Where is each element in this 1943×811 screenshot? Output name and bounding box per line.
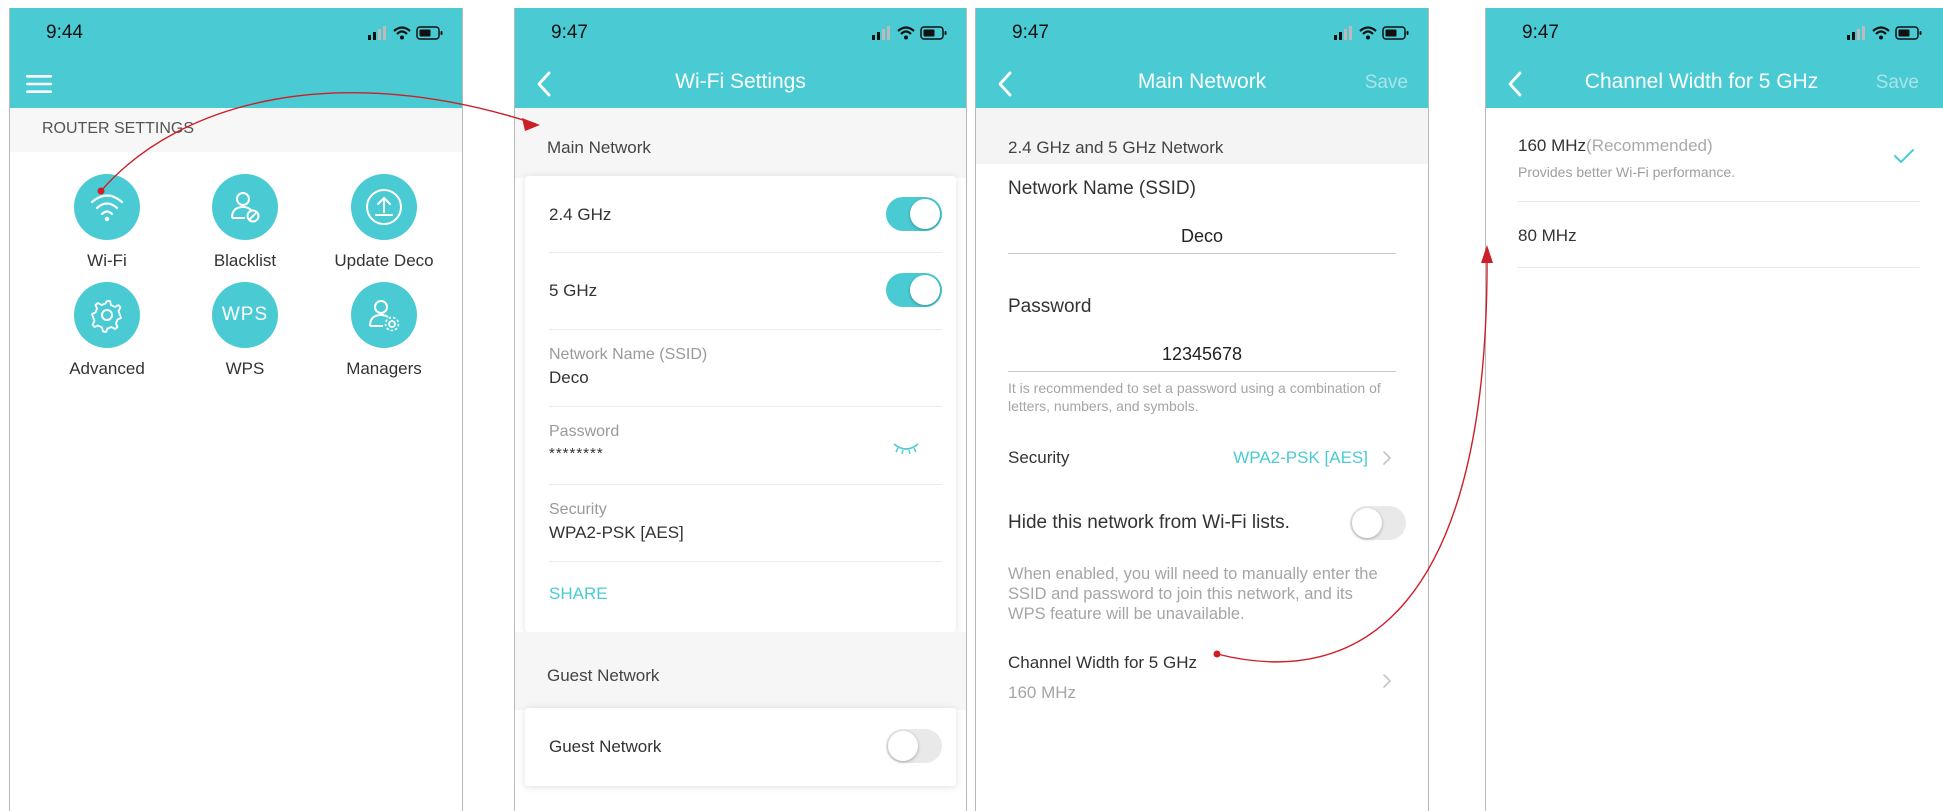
band-5-row: 5 GHz [549,253,942,330]
ssid-value: Deco [549,368,589,387]
tool-wps[interactable]: WPS WPS [175,282,315,379]
tool-managers[interactable]: Managers [314,282,454,379]
upload-icon [351,174,417,240]
share-link[interactable]: SHARE [549,584,608,603]
section-guest-network: Guest Network [515,632,966,710]
password-label: Password [1008,296,1092,317]
hide-network-label: Hide this network from Wi-Fi lists. [1008,512,1290,533]
channel-width-screen: 9:47 Channel Width for 5 GHz Save 160 MH… [1485,8,1943,811]
guest-network-card: Guest Network [525,708,956,786]
password-row[interactable]: Password ******** [549,407,942,485]
option-label: 80 MHz [1518,226,1577,245]
channel-width-value: 160 MHz [1008,683,1077,702]
band-5-toggle[interactable] [886,273,942,307]
main-network-card: 2.4 GHz 5 GHz Network Name (SSID) Deco P… [525,176,956,632]
tool-update-deco[interactable]: Update Deco [314,174,454,271]
option-desc: Provides better Wi-Fi performance. [1518,164,1736,180]
page-title: Wi-Fi Settings [675,70,806,93]
router-settings-screen: 9:44 ROUTER SETTINGS Wi-Fi Blacklist Upd… [9,8,463,811]
top-bar: 9:47 Channel Width for 5 GHz Save [1486,8,1943,108]
password-hint: It is recommended to set a password usin… [1008,380,1381,414]
option-label: 160 MHz [1518,136,1587,155]
option-80mhz[interactable]: 80 MHz [1518,202,1919,268]
band-24-row: 2.4 GHz [549,176,942,253]
tool-label: Advanced [69,359,145,378]
ssid-row[interactable]: Network Name (SSID) Deco [549,330,942,407]
option-tag: (Recommended) [1586,136,1713,155]
section-header: 2.4 GHz and 5 GHz Network [976,108,1428,164]
band-5-label: 5 GHz [549,281,598,300]
security-label: Security [1008,448,1070,467]
guest-network-row: Guest Network [549,708,942,786]
ssid-label: Network Name (SSID) [1008,178,1196,199]
blocked-user-icon [212,174,278,240]
password-input[interactable]: 12345678 [1008,344,1396,372]
status-time: 9:44 [46,22,83,43]
status-time: 9:47 [1012,22,1049,43]
top-bar: 9:44 [10,8,462,108]
guest-network-toggle[interactable] [886,729,942,763]
tool-label: Blacklist [213,251,277,270]
save-button[interactable]: Save [1876,72,1919,94]
tool-wifi[interactable]: Wi-Fi [37,174,177,271]
wps-icon: WPS [212,282,278,348]
eye-closed-icon[interactable] [892,440,920,456]
tool-label: Managers [346,359,422,378]
main-network-screen: 9:47 Main Network Save 2.4 GHz and 5 GHz… [975,8,1429,811]
status-time: 9:47 [551,22,588,43]
toggle-knob [1352,508,1382,538]
toggle-knob [910,199,940,229]
band-24-label: 2.4 GHz [549,205,612,224]
tool-label: Wi-Fi [87,251,127,270]
wifi-icon [74,174,140,240]
toggle-knob [910,275,940,305]
chevron-right-icon [1382,673,1392,689]
hide-network-hint: When enabled, you will need to manually … [1008,565,1378,623]
security-row[interactable]: Security WPA2-PSK [AES] [549,485,942,562]
security-value: WPA2-PSK [AES] [1233,448,1368,467]
guest-network-label: Guest Network [549,737,662,756]
wps-icon-text: WPS [221,304,269,325]
section-main-network: Main Network [515,108,966,178]
menu-icon[interactable] [26,74,52,94]
status-icons [872,25,948,41]
toggle-knob [888,731,918,761]
status-icons [368,25,444,41]
page-title: Channel Width for 5 GHz [1584,70,1819,93]
status-icons [1847,25,1923,41]
chevron-right-icon [1382,450,1392,466]
hide-network-toggle[interactable] [1350,506,1406,540]
top-bar: 9:47 Main Network Save [976,8,1428,108]
tool-label: Update Deco [334,251,434,270]
tool-advanced[interactable]: Advanced [37,282,177,379]
option-160mhz[interactable]: 160 MHz(Recommended) Provides better Wi-… [1518,116,1919,202]
security-row[interactable]: Security WPA2-PSK [AES] [1008,448,1398,488]
ssid-input[interactable]: Deco [1008,226,1396,254]
wifi-settings-screen: 9:47 Wi-Fi Settings Main Network 2.4 GHz… [514,8,967,811]
security-label: Security [549,501,607,518]
status-time: 9:47 [1522,22,1559,43]
status-icons [1334,25,1410,41]
ssid-label: Network Name (SSID) [549,346,708,363]
section-header: ROUTER SETTINGS [10,108,462,152]
security-value: WPA2-PSK [AES] [549,523,684,542]
channel-width-label: Channel Width for 5 GHz [1008,653,1197,672]
page-title: Main Network [1137,70,1267,93]
tool-blacklist[interactable]: Blacklist [175,174,315,271]
checkmark-icon [1894,149,1914,163]
password-label: Password [549,423,620,440]
password-value: ******** [549,445,604,462]
tool-label: WPS [225,359,265,378]
gear-icon [74,282,140,348]
channel-width-row[interactable]: Channel Width for 5 GHz 160 MHz [1008,653,1398,713]
top-bar: 9:47 Wi-Fi Settings [515,8,966,108]
share-row: SHARE [549,562,942,630]
manager-icon [351,282,417,348]
band-24-toggle[interactable] [886,197,942,231]
save-button[interactable]: Save [1365,72,1408,94]
